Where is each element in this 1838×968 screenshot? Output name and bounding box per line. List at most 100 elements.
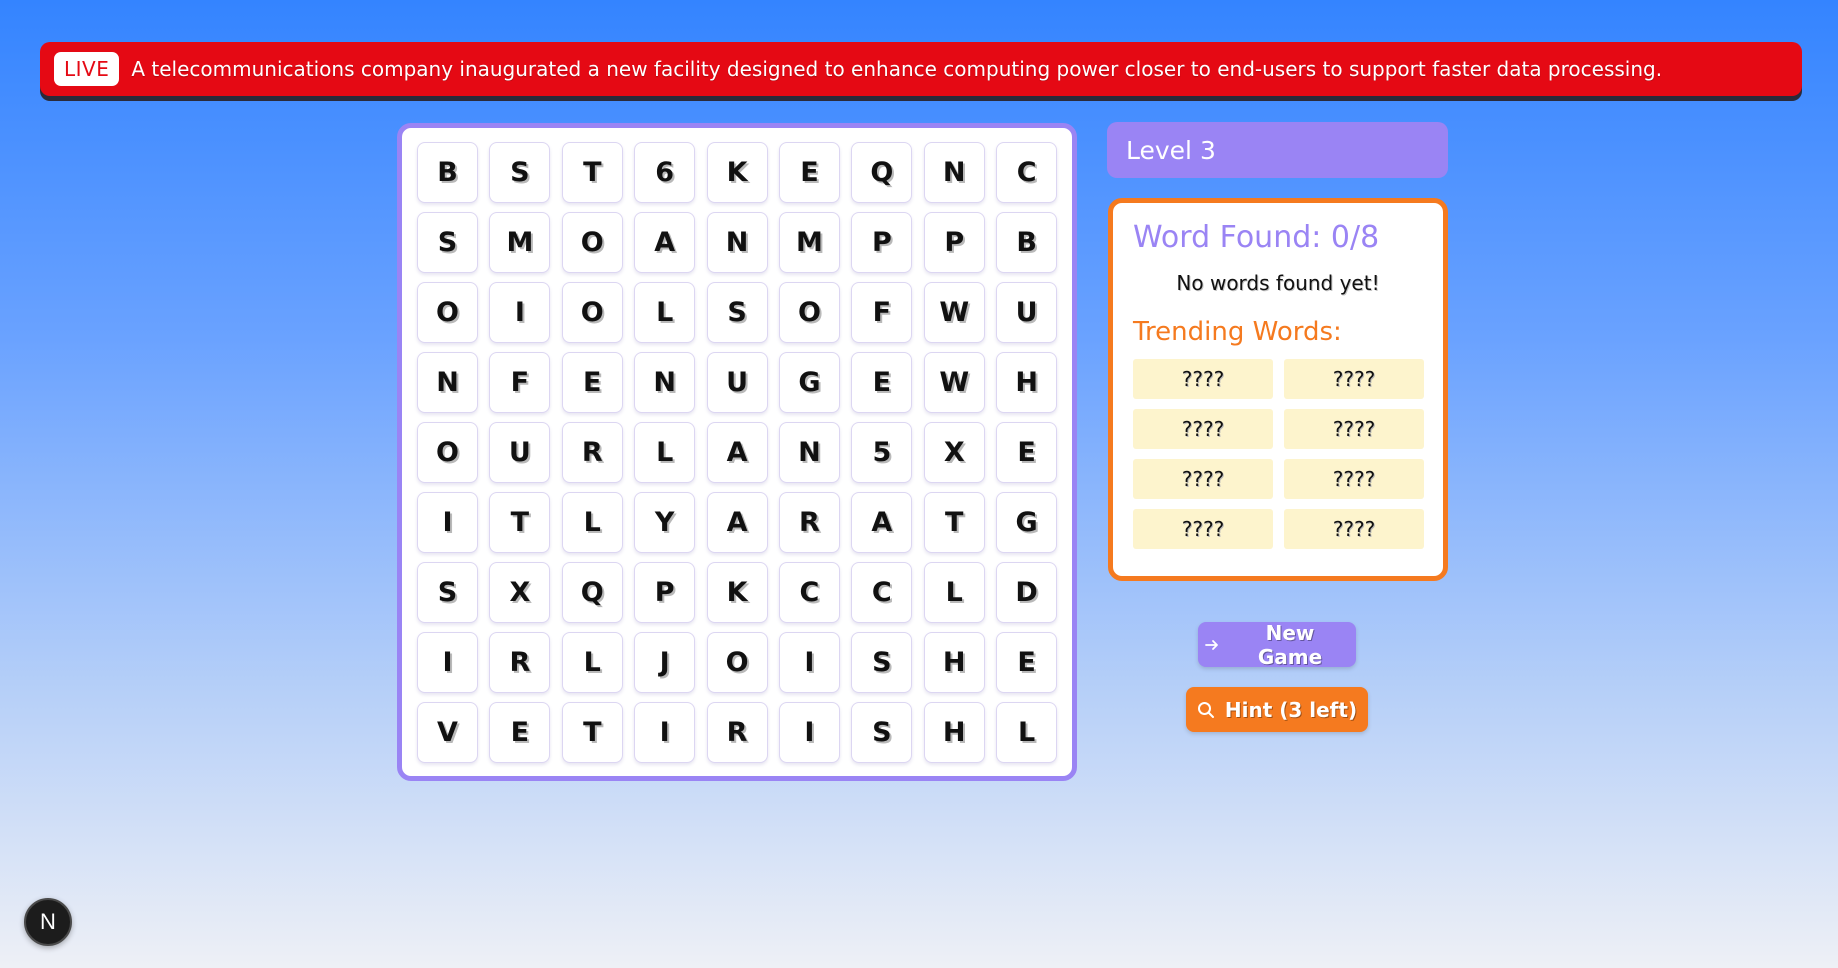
- letter-cell[interactable]: O: [561, 282, 623, 343]
- letter-cell[interactable]: W: [923, 282, 985, 343]
- letter-cell[interactable]: E: [996, 422, 1058, 483]
- letter-cell[interactable]: O: [417, 422, 478, 483]
- letter-cell[interactable]: U: [706, 352, 768, 413]
- new-game-button[interactable]: New Game: [1198, 620, 1356, 669]
- letter-cell[interactable]: S: [417, 562, 478, 623]
- letter-cell[interactable]: C: [778, 562, 840, 623]
- letter-cell[interactable]: E: [561, 352, 623, 413]
- letter-cell[interactable]: B: [996, 212, 1058, 273]
- letter-cell[interactable]: Y: [634, 492, 696, 553]
- new-game-label: New Game: [1257, 620, 1323, 669]
- letter-cell[interactable]: R: [706, 702, 768, 763]
- letter-cell[interactable]: R: [778, 492, 840, 553]
- letter-cell[interactable]: O: [706, 632, 768, 693]
- n-dev-badge[interactable]: N: [24, 898, 72, 946]
- letter-cell[interactable]: T: [923, 492, 985, 553]
- letter-cell[interactable]: K: [706, 562, 768, 623]
- letter-cell[interactable]: X: [489, 562, 551, 623]
- letter-cell[interactable]: L: [634, 282, 696, 343]
- letter-cell[interactable]: D: [996, 562, 1058, 623]
- letter-cell[interactable]: K: [706, 142, 768, 203]
- letter-cell[interactable]: T: [561, 142, 623, 203]
- letter-cell[interactable]: C: [996, 142, 1058, 203]
- arrow-right-icon: [1204, 637, 1220, 653]
- letter-cell[interactable]: S: [851, 702, 913, 763]
- letter-cell[interactable]: E: [778, 142, 840, 203]
- hidden-word-slot: ????: [1284, 409, 1424, 449]
- letter-cell[interactable]: L: [561, 632, 623, 693]
- hidden-word-slot: ????: [1133, 409, 1273, 449]
- letter-cell[interactable]: L: [561, 492, 623, 553]
- letter-cell[interactable]: M: [489, 212, 551, 273]
- letter-cell[interactable]: N: [778, 422, 840, 483]
- letter-cell[interactable]: A: [634, 212, 696, 273]
- letter-cell[interactable]: N: [417, 352, 478, 413]
- letter-cell[interactable]: N: [923, 142, 985, 203]
- letter-cell[interactable]: W: [923, 352, 985, 413]
- n-badge-label: N: [40, 909, 56, 934]
- letter-cell[interactable]: H: [923, 632, 985, 693]
- hidden-word-slot: ????: [1284, 459, 1424, 499]
- letter-cell[interactable]: V: [417, 702, 478, 763]
- letter-cell[interactable]: S: [851, 632, 913, 693]
- letter-cell[interactable]: L: [634, 422, 696, 483]
- live-badge: LIVE: [54, 52, 120, 86]
- letter-cell[interactable]: I: [417, 492, 478, 553]
- letter-cell[interactable]: M: [778, 212, 840, 273]
- letter-cell[interactable]: F: [489, 352, 551, 413]
- letter-cell[interactable]: I: [417, 632, 478, 693]
- letter-cell[interactable]: P: [923, 212, 985, 273]
- letter-cell[interactable]: C: [851, 562, 913, 623]
- letter-cell[interactable]: H: [996, 352, 1058, 413]
- live-news-ticker: LIVE A telecommunications company inaugu…: [40, 42, 1802, 96]
- letter-cell[interactable]: I: [634, 702, 696, 763]
- letter-cell[interactable]: P: [634, 562, 696, 623]
- letter-cell[interactable]: T: [489, 492, 551, 553]
- letter-cell[interactable]: H: [923, 702, 985, 763]
- letter-cell[interactable]: R: [561, 422, 623, 483]
- letter-cell[interactable]: A: [706, 492, 768, 553]
- letter-cell[interactable]: A: [851, 492, 913, 553]
- letter-cell[interactable]: G: [996, 492, 1058, 553]
- letter-cell[interactable]: G: [778, 352, 840, 413]
- letter-cell[interactable]: 6: [634, 142, 696, 203]
- letter-cell[interactable]: I: [489, 282, 551, 343]
- letter-cell[interactable]: L: [923, 562, 985, 623]
- letter-cell[interactable]: O: [561, 212, 623, 273]
- letter-cell[interactable]: P: [851, 212, 913, 273]
- words-found-counter: Word Found: 0/8: [1133, 220, 1380, 255]
- letter-cell[interactable]: I: [778, 632, 840, 693]
- letter-cell[interactable]: S: [489, 142, 551, 203]
- hidden-word-slot: ????: [1133, 359, 1273, 399]
- letter-cell[interactable]: S: [417, 212, 478, 273]
- letter-cell[interactable]: T: [561, 702, 623, 763]
- hint-button[interactable]: Hint (3 left): [1186, 687, 1368, 732]
- words-panel: Word Found: 0/8 No words found yet! Tren…: [1108, 198, 1448, 581]
- trending-words-heading: Trending Words:: [1133, 317, 1342, 347]
- letter-cell[interactable]: I: [778, 702, 840, 763]
- letter-cell[interactable]: O: [417, 282, 478, 343]
- letter-cell[interactable]: N: [706, 212, 768, 273]
- letter-cell[interactable]: U: [996, 282, 1058, 343]
- letter-cell[interactable]: S: [706, 282, 768, 343]
- letter-cell[interactable]: A: [706, 422, 768, 483]
- letter-cell[interactable]: F: [851, 282, 913, 343]
- letter-cell[interactable]: Q: [561, 562, 623, 623]
- no-words-message: No words found yet!: [1176, 271, 1380, 295]
- letter-cell[interactable]: J: [634, 632, 696, 693]
- letter-cell[interactable]: U: [489, 422, 551, 483]
- letter-cell[interactable]: E: [996, 632, 1058, 693]
- letter-cell[interactable]: L: [996, 702, 1058, 763]
- letter-cell[interactable]: E: [851, 352, 913, 413]
- letter-cell[interactable]: R: [489, 632, 551, 693]
- letter-cell[interactable]: N: [634, 352, 696, 413]
- hidden-word-slot: ????: [1133, 459, 1273, 499]
- level-header: Level 3: [1107, 122, 1448, 178]
- letter-cell[interactable]: B: [417, 142, 478, 203]
- letter-cell[interactable]: X: [923, 422, 985, 483]
- letter-cell[interactable]: O: [778, 282, 840, 343]
- letter-cell[interactable]: E: [489, 702, 551, 763]
- letter-cell[interactable]: Q: [851, 142, 913, 203]
- hint-label: Hint (3 left): [1224, 697, 1358, 722]
- letter-cell[interactable]: 5: [851, 422, 913, 483]
